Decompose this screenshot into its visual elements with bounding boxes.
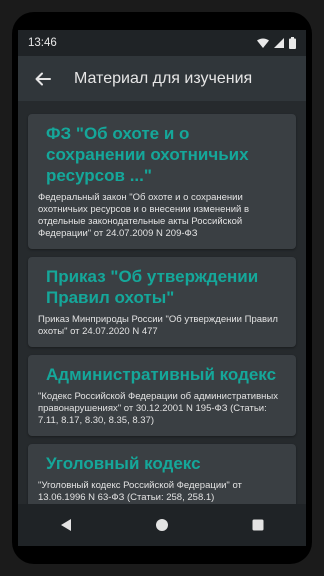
wifi-icon	[257, 38, 269, 48]
material-description: Федеральный закон "Об охоте и о сохранен…	[38, 192, 249, 239]
home-circle-icon	[156, 519, 168, 531]
material-title: Административный кодекс	[46, 365, 277, 384]
materials-list: ФЗ "Об охоте и о сохранении охотничьих р…	[18, 102, 306, 513]
nav-recents-button[interactable]	[238, 505, 278, 545]
nav-home-button[interactable]	[142, 505, 182, 545]
navigation-bar	[18, 504, 306, 546]
material-title: Приказ "Об утверждении Правил охоты"	[46, 267, 259, 307]
material-description: Приказ Минприроды России "Об утверждении…	[38, 314, 278, 337]
back-triangle-icon	[61, 519, 71, 531]
material-card-administrative-code[interactable]: Административный кодекс "Кодекс Российск…	[28, 355, 296, 436]
phone-frame: 13:46 Материал для изучения ФЗ "Об охоте…	[12, 12, 312, 564]
material-card-hunting-law[interactable]: ФЗ "Об охоте и о сохранении охотничьих р…	[28, 114, 296, 249]
screen: 13:46 Материал для изучения ФЗ "Об охоте…	[18, 30, 306, 546]
material-description: "Кодекс Российской Федерации об админист…	[38, 391, 278, 426]
status-time: 13:46	[28, 37, 57, 49]
battery-icon	[289, 37, 296, 49]
material-card-hunting-rules[interactable]: Приказ "Об утверждении Правил охоты" При…	[28, 257, 296, 347]
status-bar: 13:46	[18, 30, 306, 56]
material-card-criminal-code[interactable]: Уголовный кодекс "Уголовный кодекс Росси…	[28, 444, 296, 513]
material-description: "Уголовный кодекс Российской Федерации" …	[38, 480, 242, 503]
material-title: Уголовный кодекс	[46, 454, 201, 473]
back-button[interactable]	[26, 62, 60, 96]
page-title: Материал для изучения	[74, 69, 253, 87]
recents-square-icon	[252, 519, 264, 531]
signal-icon	[274, 38, 284, 48]
material-title: ФЗ "Об охоте и о сохранении охотничьих р…	[46, 124, 249, 185]
nav-back-button[interactable]	[46, 505, 86, 545]
app-bar: Материал для изучения	[18, 56, 306, 102]
arrow-back-icon	[35, 72, 51, 85]
status-icons	[257, 37, 296, 49]
